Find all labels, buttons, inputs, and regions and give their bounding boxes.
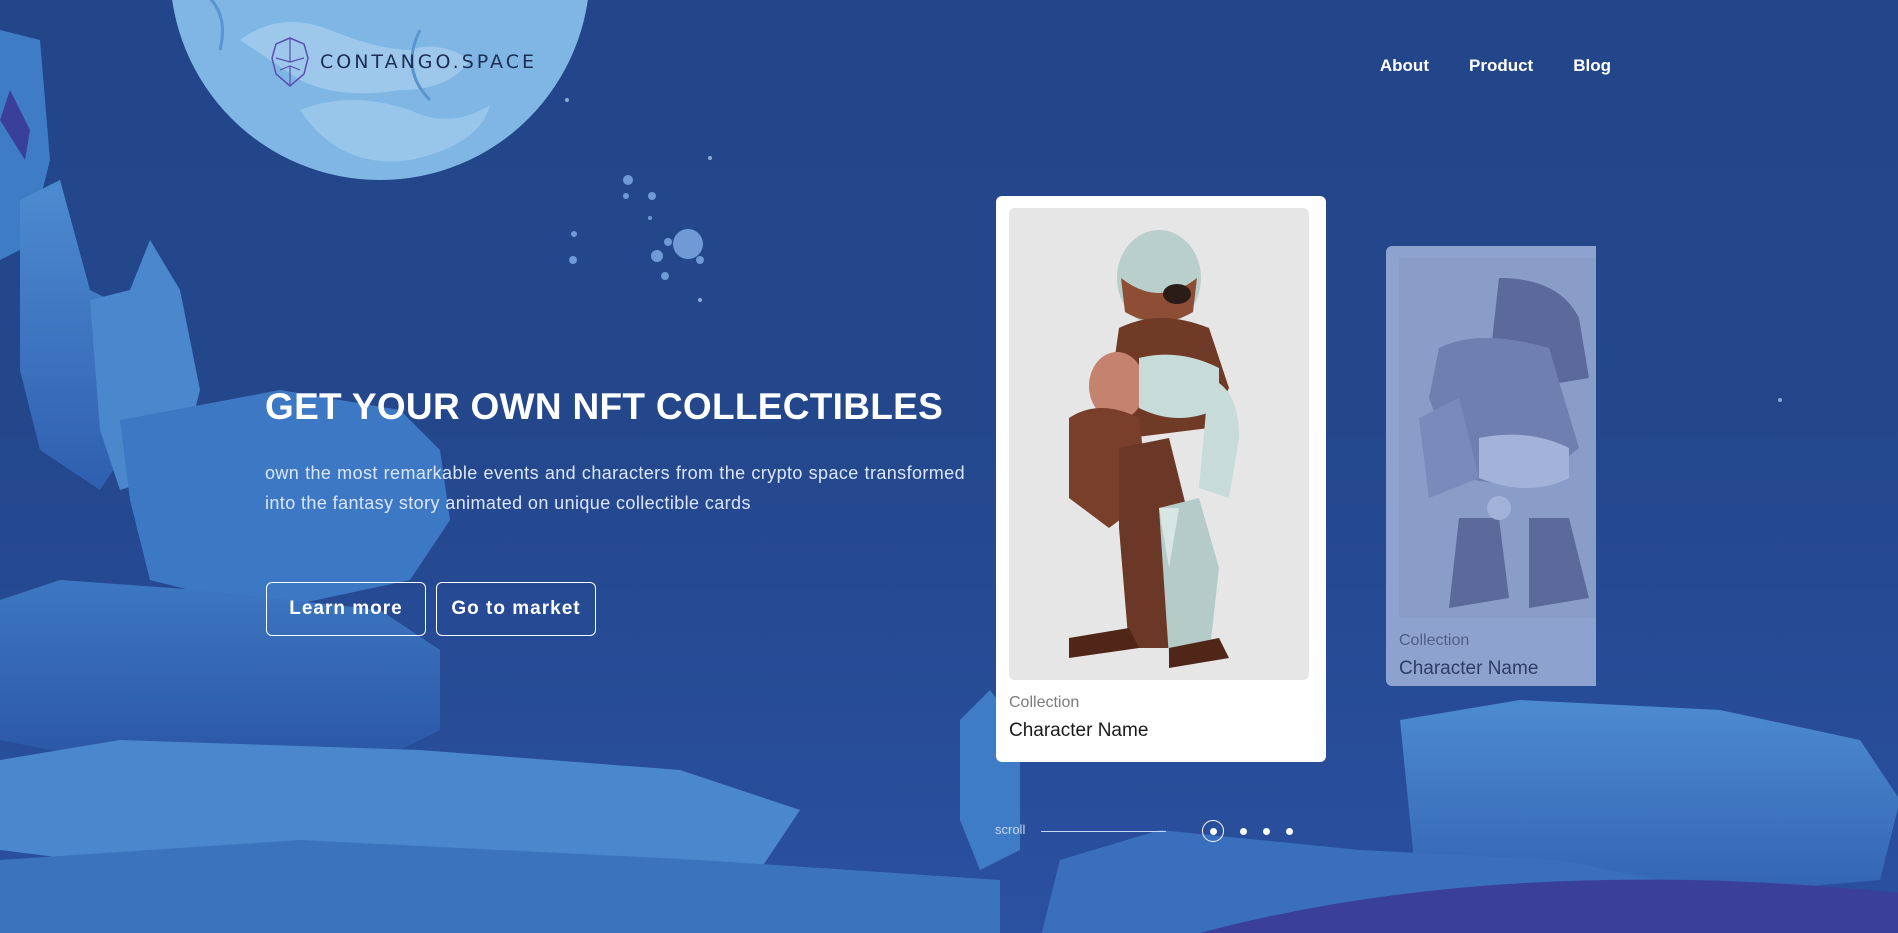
- robot-character-image: [1069, 230, 1239, 668]
- pagination-dot-3[interactable]: [1263, 827, 1270, 835]
- scroll-label: scroll: [995, 822, 1026, 837]
- hero-subtext: own the most remarkable events and chara…: [265, 463, 965, 513]
- pagination-dot-1[interactable]: [1202, 820, 1224, 842]
- go-to-market-button[interactable]: Go to market: [436, 582, 596, 636]
- character-artwork: [1009, 208, 1309, 680]
- brand-logo[interactable]: CONTANGO.SPACE: [270, 36, 537, 88]
- card-collection-label: Collection: [1399, 632, 1470, 649]
- hero-headline: GET YOUR OWN NFT COLLECTIBLES: [265, 386, 944, 427]
- nft-card-main[interactable]: Collection Character Name: [996, 196, 1326, 762]
- pagination-dot-2[interactable]: [1240, 827, 1247, 835]
- pagination-dot-4[interactable]: [1286, 827, 1293, 835]
- robot-character-image: [1419, 278, 1589, 608]
- carousel-pagination: [1202, 820, 1293, 842]
- main-nav: About Product Blog: [1380, 56, 1611, 76]
- brand-name: CONTANGO.SPACE: [320, 51, 537, 73]
- moon: [172, 0, 588, 180]
- nav-about-link[interactable]: About: [1380, 56, 1429, 76]
- scroll-line: [1041, 831, 1166, 832]
- card-character-name: Character Name: [1009, 720, 1149, 741]
- bubbles: [569, 175, 704, 280]
- robot-head-icon: [271, 37, 309, 87]
- card-collection-label: Collection: [1009, 694, 1080, 711]
- nav-product-link[interactable]: Product: [1469, 56, 1533, 76]
- character-artwork: [1399, 258, 1596, 618]
- nft-card-next[interactable]: Collection Character Name: [1386, 246, 1596, 686]
- card-character-name: Character Name: [1399, 658, 1539, 679]
- learn-more-button[interactable]: Learn more: [266, 582, 426, 636]
- nav-blog-link[interactable]: Blog: [1573, 56, 1611, 76]
